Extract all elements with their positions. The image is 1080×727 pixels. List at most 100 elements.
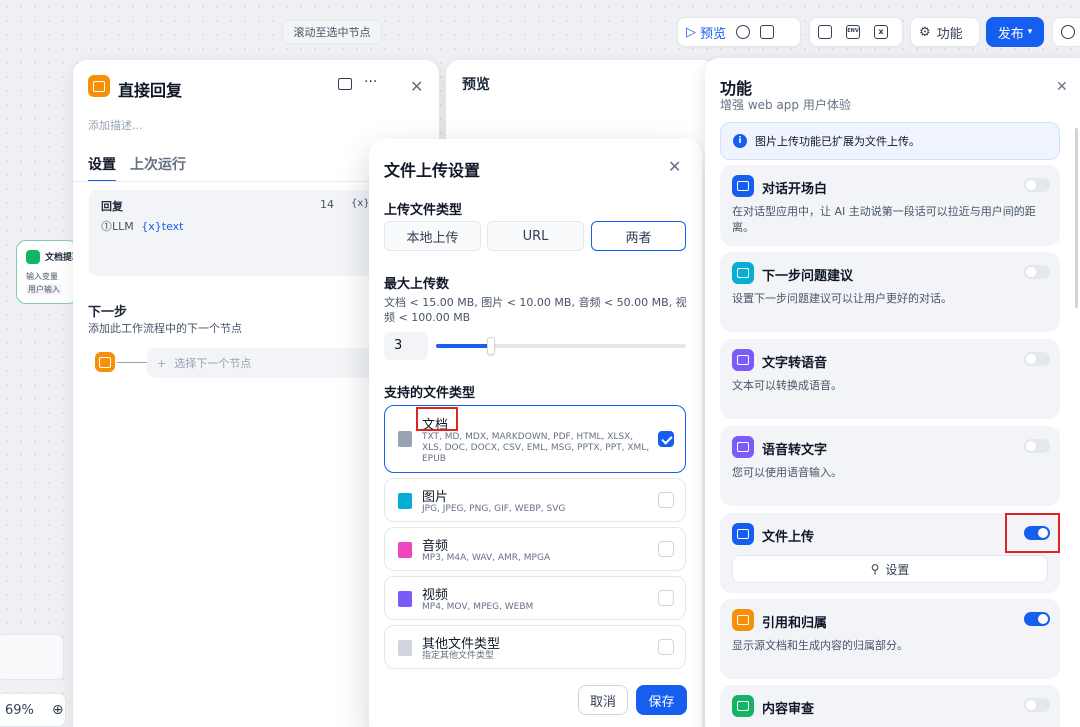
llm-icon: ⓵	[101, 220, 112, 233]
more-icon[interactable]: ···	[364, 74, 377, 90]
list-icon[interactable]	[760, 25, 775, 39]
file-type-other[interactable]: 其他文件类型 指定其他文件类型	[384, 625, 686, 669]
variable-icon[interactable]: x	[874, 25, 888, 39]
feature-toggle[interactable]	[1024, 265, 1050, 279]
feature-toggle[interactable]	[1024, 178, 1050, 192]
toggle-highlight-box	[1005, 513, 1060, 553]
file-type-name: 音频	[422, 539, 449, 554]
preview-button[interactable]: ▷ 预览	[686, 23, 726, 42]
reply-editor[interactable]: 回复 14 {x} ⓵LLM {x}text	[89, 190, 379, 276]
info-text: 图片上传功能已扩展为文件上传。	[755, 135, 920, 148]
insert-variable-icon[interactable]: {x}	[351, 198, 370, 209]
feature-toggle[interactable]	[1024, 439, 1050, 453]
feature-moderation: 内容审查	[720, 685, 1060, 727]
feature-desc: 显示源文档和生成内容的归属部分。	[732, 639, 908, 652]
feature-name: 对话开场白	[762, 182, 828, 197]
close-icon[interactable]: ✕	[410, 77, 423, 96]
llm-variable-tag: ⓵LLM {x}text	[101, 220, 184, 233]
reply-label: 回复	[101, 200, 123, 213]
text-to-speech-icon	[732, 349, 754, 371]
file-type-name: 图片	[422, 490, 449, 505]
tab-last-run[interactable]: 上次运行	[130, 154, 186, 182]
file-type-video[interactable]: 视频 MP4, MOV, MPEG, WEBM	[384, 576, 686, 620]
max-count-label: 最大上传数	[384, 277, 450, 292]
file-type-desc: 指定其他文件类型	[422, 651, 495, 661]
file-type-desc: MP4, MOV, MPEG, WEBM	[422, 602, 534, 612]
file-type-name: 其他文件类型	[422, 637, 501, 652]
history-button[interactable]	[1052, 17, 1080, 47]
node-tabs: 设置 上次运行	[88, 154, 186, 182]
feature-opening-statement: 对话开场白 在对话型应用中，让 AI 主动说第一段话可以拉近与用户间的距离。	[720, 165, 1060, 246]
file-type-checkbox[interactable]	[658, 639, 674, 655]
audio-icon	[398, 542, 412, 558]
scroll-to-selected-button[interactable]: 滚动至选中节点	[282, 20, 382, 44]
feature-name: 文字转语音	[762, 356, 828, 371]
preview-toolbar-group: ▷ 预览	[677, 17, 801, 47]
node-description-input[interactable]: 添加描述...	[88, 117, 143, 133]
max-count-input[interactable]: 3	[384, 332, 428, 360]
file-type-checkbox[interactable]	[658, 541, 674, 557]
features-close-icon[interactable]: ✕	[1056, 79, 1068, 95]
env-icon[interactable]: ENV	[846, 25, 860, 39]
upload-icon	[732, 523, 754, 545]
next-step-title: 下一步	[88, 305, 128, 320]
file-type-audio[interactable]: 音频 MP3, M4A, WAV, AMR, MPGA	[384, 527, 686, 571]
tools-toolbar-group: ENV x	[809, 17, 903, 47]
canvas-node-user-input: 用户输入	[26, 284, 62, 295]
edit-icon[interactable]	[818, 25, 832, 39]
features-panel: 功能 增强 web app 用户体验 ✕ i 图片上传功能已扩展为文件上传。 对…	[705, 58, 1080, 727]
max-count-description: 文档 < 15.00 MB, 图片 < 10.00 MB, 音频 < 50.00…	[384, 296, 687, 324]
minimap[interactable]	[0, 634, 64, 680]
feature-desc: 您可以使用语音输入。	[732, 466, 842, 479]
zoom-in-icon[interactable]: ⊕	[52, 702, 64, 718]
info-banner: i 图片上传功能已扩展为文件上传。	[720, 122, 1060, 160]
upload-type-both[interactable]: 两者	[591, 221, 686, 251]
feature-toggle[interactable]	[1024, 698, 1050, 712]
doc-extract-icon	[26, 250, 40, 264]
tab-settings[interactable]: 设置	[88, 154, 116, 182]
split-view-icon[interactable]	[338, 78, 352, 90]
plus-icon: +	[157, 356, 167, 370]
quote-icon	[732, 609, 754, 631]
moderation-icon	[732, 695, 754, 717]
clock-icon	[1061, 25, 1075, 39]
save-button[interactable]: 保存	[636, 685, 687, 715]
file-type-checkbox[interactable]	[658, 431, 674, 447]
feature-name: 下一步问题建议	[762, 269, 854, 284]
feature-toggle[interactable]	[1024, 352, 1050, 366]
select-next-node-button[interactable]: + 选择下一个节点	[147, 348, 377, 378]
question-icon	[732, 262, 754, 284]
checklist-icon[interactable]	[736, 25, 751, 39]
file-icon	[398, 640, 412, 656]
feature-text-to-speech: 文字转语音 文本可以转换成语音。	[720, 339, 1060, 419]
dialog-close-icon[interactable]: ✕	[668, 157, 681, 176]
features-button[interactable]: ⚙ 功能	[910, 17, 980, 47]
node-title[interactable]: 直接回复	[118, 77, 182, 101]
sliders-icon: ⚲	[870, 562, 880, 576]
feature-speech-to-text: 语音转文字 您可以使用语音输入。	[720, 426, 1060, 506]
feature-desc: 文本可以转换成语音。	[732, 379, 842, 392]
preview-title: 预览	[462, 77, 490, 93]
upload-type-local[interactable]: 本地上传	[384, 221, 481, 251]
file-upload-settings-button[interactable]: ⚲ 设置	[732, 555, 1048, 583]
file-type-checkbox[interactable]	[658, 492, 674, 508]
upload-type-url[interactable]: URL	[487, 221, 584, 251]
zoom-control[interactable]: 69% ⊕	[0, 693, 66, 727]
feature-toggle[interactable]	[1024, 612, 1050, 626]
file-type-name: 视频	[422, 588, 449, 603]
scrollbar[interactable]	[1075, 128, 1078, 308]
canvas-node[interactable]: 文档提取 输入变量 用户输入	[16, 240, 81, 304]
file-types-label: 支持的文件类型	[384, 386, 476, 401]
file-type-image[interactable]: 图片 JPG, JPEG, PNG, GIF, WEBP, SVG	[384, 478, 686, 522]
document-icon	[398, 431, 412, 447]
next-step-description: 添加此工作流程中的下一个节点	[88, 322, 242, 335]
upload-type-label: 上传文件类型	[384, 203, 463, 218]
microphone-icon	[732, 436, 754, 458]
max-count-slider-thumb[interactable]	[487, 337, 495, 355]
file-upload-settings-dialog: 文件上传设置 ✕ 上传文件类型 本地上传 URL 两者 最大上传数 文档 < 1…	[369, 139, 702, 727]
publish-button[interactable]: 发布 ▾	[986, 17, 1044, 47]
canvas-node-input-label: 输入变量	[26, 272, 58, 281]
feature-name: 语音转文字	[762, 443, 828, 458]
cancel-button[interactable]: 取消	[578, 685, 628, 715]
file-type-checkbox[interactable]	[658, 590, 674, 606]
